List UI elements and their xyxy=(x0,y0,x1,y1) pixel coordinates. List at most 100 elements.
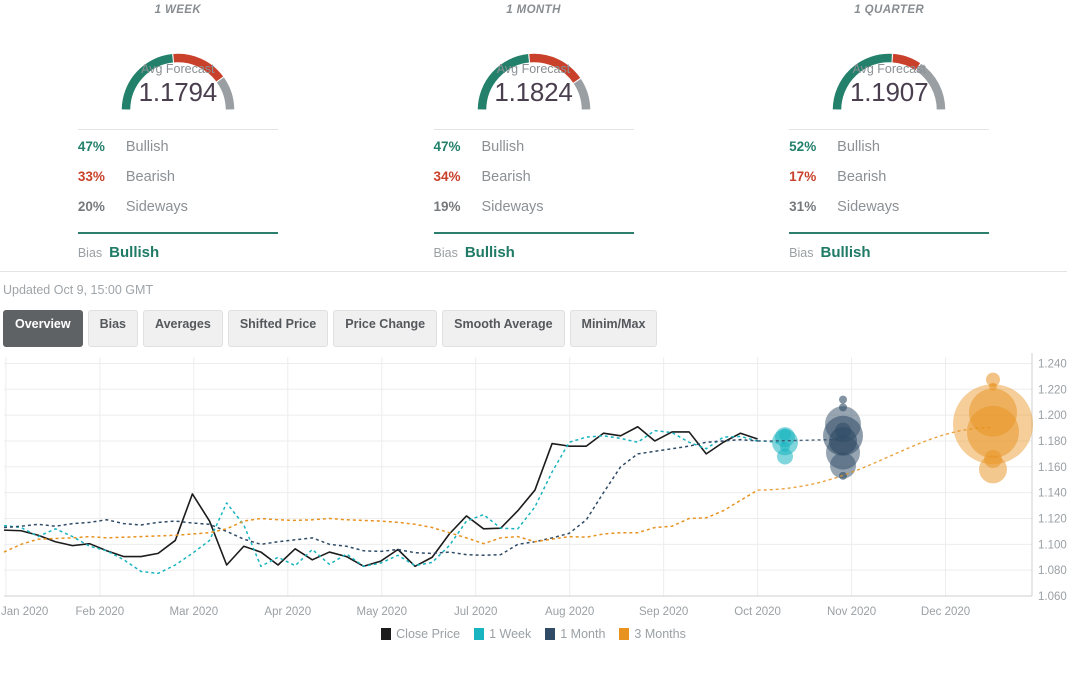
sentiment-stats: 47% Bullish 33% Bearish 20% Sideways Bia… xyxy=(77,129,278,261)
series-line-3-months xyxy=(3,489,759,553)
sentiment-stats: 47% Bullish 34% Bearish 19% Sideways Bia… xyxy=(433,129,634,261)
sideways-percent: 19% xyxy=(433,199,461,214)
gauge-1-month: Avg Forecast 1.1824 xyxy=(445,22,623,114)
gauge-1-week: Avg Forecast 1.1794 xyxy=(89,22,267,114)
bullish-label: Bullish xyxy=(837,139,880,155)
legend-item-1-month[interactable]: 1 Month xyxy=(545,627,605,641)
legend-swatch-icon xyxy=(474,628,485,640)
legend-swatch-icon xyxy=(619,628,630,640)
y-axis-tick-label: 1.1200 xyxy=(1038,513,1067,525)
tab-overview[interactable]: Overview xyxy=(3,310,83,347)
gauge-segment-bullish xyxy=(121,54,174,110)
y-axis-tick-label: 1.1600 xyxy=(1038,462,1067,474)
bullish-label: Bullish xyxy=(125,139,169,155)
bias-divider xyxy=(433,232,634,234)
bullish-percent: 47% xyxy=(433,139,461,154)
tab-minim-max[interactable]: Minim/Max xyxy=(569,310,658,347)
y-axis-tick-label: 1.2000 xyxy=(1038,410,1067,422)
x-axis-tick-label: Aug 2020 xyxy=(545,606,594,618)
chart-view-tabs: Overview Bias Averages Shifted Price Price C… xyxy=(0,305,1067,347)
legend-label: 1 Month xyxy=(560,627,606,641)
bias-label: Bias xyxy=(789,246,814,260)
bias-label: Bias xyxy=(77,246,103,260)
gauge-segment-sideways xyxy=(216,77,235,110)
stat-row-bullish: 47% Bullish xyxy=(434,139,634,169)
sideways-percent: 20% xyxy=(77,199,105,214)
bearish-label: Bearish xyxy=(125,169,175,185)
forecast-panel-1-quarter: 1 QUARTER Avg Forecast 1.1907 52% Bullis… xyxy=(711,0,1067,271)
legend-swatch-icon xyxy=(545,628,556,640)
forecast-bubble xyxy=(839,395,847,404)
bearish-label: Bearish xyxy=(837,169,887,185)
sentiment-stats: 52% Bullish 17% Bearish 31% Sideways Bia… xyxy=(789,129,990,261)
y-axis-tick-label: 1.1400 xyxy=(1038,488,1067,500)
gauge-segment-sideways xyxy=(573,78,590,110)
gauge-arc-svg xyxy=(121,53,235,110)
updated-timestamp: Updated Oct 9, 15:00 GMT xyxy=(3,283,154,297)
tab-bias[interactable]: Bias xyxy=(87,310,138,347)
bullish-label: Bullish xyxy=(481,139,525,155)
bearish-percent: 33% xyxy=(77,169,105,184)
stat-row-bearish: 17% Bearish xyxy=(789,169,989,199)
bias-row: Bias Bullish xyxy=(789,244,989,261)
legend-item-close-price[interactable]: Close Price xyxy=(381,627,460,641)
x-axis-tick-label: Oct 2020 xyxy=(734,606,781,618)
forecast-panel-1-month: 1 MONTH Avg Forecast 1.1824 47% Bullish … xyxy=(356,0,712,271)
legend-label: 1 Week xyxy=(489,627,532,641)
forecast-chart: 1.2400 1.2200 1.2000 1.1800 1.1600 1.1400 1.12… xyxy=(0,347,1067,643)
forecast-panels: 1 WEEK Avg Forecast 1.1794 47% Bullish 3… xyxy=(0,0,1067,272)
tab-price-change[interactable]: Price Change xyxy=(333,310,438,347)
chart-legend: Close Price 1 Week 1 Month 3 Months xyxy=(0,626,1067,642)
bias-divider xyxy=(789,232,990,234)
sideways-label: Sideways xyxy=(837,199,900,215)
y-axis-tick-label: 1.0600 xyxy=(1038,591,1067,603)
bullish-percent: 47% xyxy=(77,139,105,154)
y-axis-tick-label: 1.1800 xyxy=(1038,436,1067,448)
bias-value: Bullish xyxy=(820,244,871,261)
stat-row-sideways: 19% Sideways xyxy=(434,199,634,229)
x-axis-tick-label: Feb 2020 xyxy=(76,606,125,618)
bias-value: Bullish xyxy=(109,244,160,261)
x-axis-tick-label: Jan 2020 xyxy=(1,606,48,618)
bullish-percent: 52% xyxy=(789,139,817,154)
legend-label: Close Price xyxy=(396,627,461,641)
x-axis-tick-label: May 2020 xyxy=(356,606,407,618)
x-axis-tick-label: Dec 2020 xyxy=(921,606,970,618)
forecast-panel-1-week: 1 WEEK Avg Forecast 1.1794 47% Bullish 3… xyxy=(0,0,356,271)
sideways-label: Sideways xyxy=(125,199,188,215)
stat-row-bullish: 52% Bullish xyxy=(789,139,989,169)
gauge-segment-bearish xyxy=(173,53,223,82)
legend-item-1-week[interactable]: 1 Week xyxy=(474,627,531,641)
tab-smooth-average[interactable]: Smooth Average xyxy=(442,310,565,347)
sideways-label: Sideways xyxy=(481,199,544,215)
bearish-percent: 17% xyxy=(789,169,817,184)
stat-row-bearish: 34% Bearish xyxy=(434,169,634,199)
stat-row-bearish: 33% Bearish xyxy=(78,169,278,199)
bias-row: Bias Bullish xyxy=(78,244,278,261)
bias-divider xyxy=(77,232,278,234)
y-axis-tick-label: 1.2400 xyxy=(1038,358,1067,370)
tab-averages[interactable]: Averages xyxy=(143,310,223,347)
x-axis-tick-label: Jul 2020 xyxy=(454,606,497,618)
y-axis-tick-label: 1.2200 xyxy=(1038,384,1067,396)
x-axis-tick-label: Sep 2020 xyxy=(639,606,688,618)
gauge-arc-svg xyxy=(832,53,946,110)
panel-title: 1 MONTH xyxy=(506,4,561,16)
gauge-segment-sideways xyxy=(916,63,946,110)
bias-label: Bias xyxy=(433,246,458,260)
sideways-percent: 31% xyxy=(789,199,817,214)
x-axis-tick-label: Nov 2020 xyxy=(827,606,876,618)
legend-item-3-months[interactable]: 3 Months xyxy=(619,627,686,641)
gauge-1-quarter: Avg Forecast 1.1907 xyxy=(800,22,978,114)
panel-title: 1 QUARTER xyxy=(854,4,925,16)
chart-canvas[interactable]: 1.2400 1.2200 1.2000 1.1800 1.1600 1.1400 1.12… xyxy=(0,347,1067,643)
x-axis-tick-label: Apr 2020 xyxy=(264,606,311,618)
panel-title: 1 WEEK xyxy=(154,4,202,16)
y-axis-tick-label: 1.1000 xyxy=(1038,539,1067,551)
legend-swatch-icon xyxy=(381,628,392,640)
tab-shifted-price[interactable]: Shifted Price xyxy=(227,310,329,347)
stat-row-bullish: 47% Bullish xyxy=(78,139,278,169)
forecast-bubble xyxy=(777,448,793,465)
bearish-label: Bearish xyxy=(481,169,531,185)
gauge-segment-bearish xyxy=(892,53,921,71)
